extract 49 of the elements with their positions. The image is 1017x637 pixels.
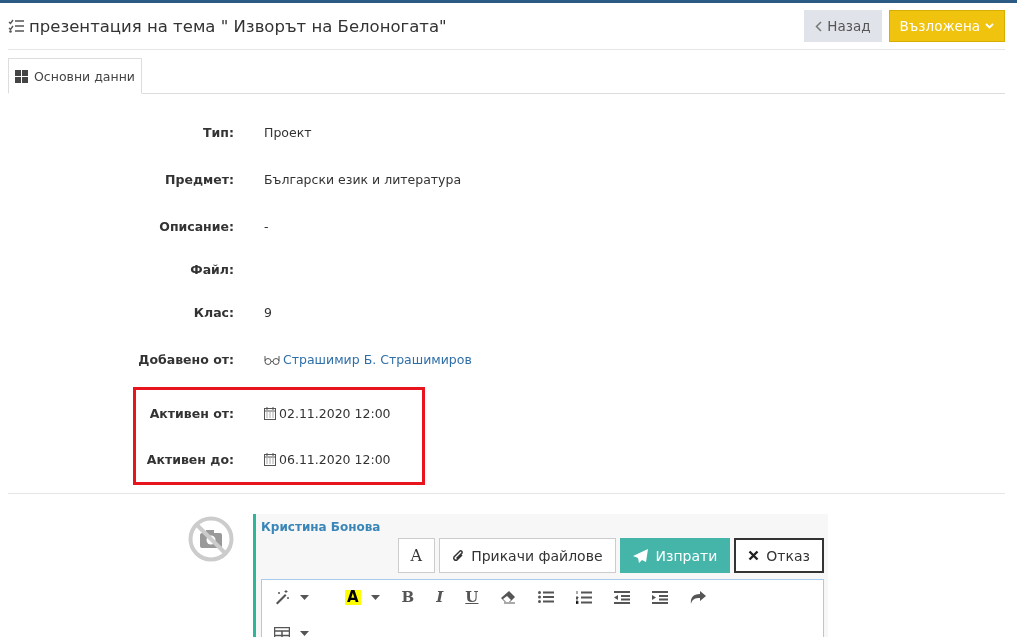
glasses-icon: [264, 354, 280, 365]
calendar-icon: [264, 452, 276, 466]
tab[interactable]: Основни данни: [8, 58, 142, 94]
chevron-down-icon: [985, 23, 994, 29]
field-label: Файл:: [189, 262, 234, 277]
highlight-color-button[interactable]: A: [345, 589, 361, 605]
magic-wand-icon[interactable]: [274, 589, 290, 605]
indent-icon[interactable]: [652, 590, 669, 604]
no-camera-icon: [188, 516, 234, 562]
field-label: Клас:: [192, 305, 234, 320]
caret-down-icon[interactable]: [300, 594, 309, 600]
bold-button[interactable]: B: [401, 588, 415, 606]
comment-author: Кристина Бонова: [261, 520, 382, 534]
attach-files-button[interactable]: Прикачи файлове: [439, 538, 616, 573]
font-button[interactable]: A: [397, 538, 436, 573]
close-icon: [748, 550, 760, 561]
table-icon[interactable]: [274, 626, 290, 637]
calendar-icon: [264, 406, 276, 420]
paperclip-icon: [452, 548, 465, 563]
eraser-icon[interactable]: [500, 590, 517, 604]
caret-down-icon[interactable]: [300, 630, 309, 636]
outdent-icon[interactable]: [614, 590, 631, 604]
field-value: Български език и литература: [264, 172, 462, 187]
underline-button[interactable]: U: [465, 588, 479, 606]
author-link[interactable]: Страшимир Б. Страшимиров: [283, 352, 472, 367]
paper-plane-icon: [632, 548, 649, 563]
numbered-list-icon[interactable]: [576, 590, 593, 604]
date-value: 06.11.2020 12:00: [279, 451, 391, 467]
page-title: презентация на тема " Изворът на Белоногата": [29, 16, 447, 36]
caret-down-icon[interactable]: [370, 594, 380, 600]
field-label: Описание:: [158, 219, 234, 234]
field-value: 9: [264, 305, 272, 320]
grid-icon: [15, 69, 28, 83]
cancel-button[interactable]: Отказ: [734, 538, 824, 573]
chevron-left-icon: [815, 20, 823, 32]
bulleted-list-icon[interactable]: [538, 591, 555, 603]
italic-button[interactable]: I: [436, 588, 444, 606]
field-value: -: [264, 219, 269, 234]
field-label: Предмет:: [164, 172, 234, 187]
field-value: Проект: [264, 125, 312, 140]
field-label: Активен от:: [148, 405, 234, 421]
back-button[interactable]: Назад: [804, 10, 882, 42]
text-editor[interactable]: A B I U: [261, 579, 824, 637]
field-label: Добавено от:: [137, 352, 234, 367]
date-value: 02.11.2020 12:00: [279, 405, 391, 421]
checklist-icon: [8, 19, 24, 33]
redo-icon[interactable]: [690, 590, 707, 604]
field-label: Тип:: [202, 125, 234, 140]
field-label: Активен до:: [145, 451, 234, 467]
